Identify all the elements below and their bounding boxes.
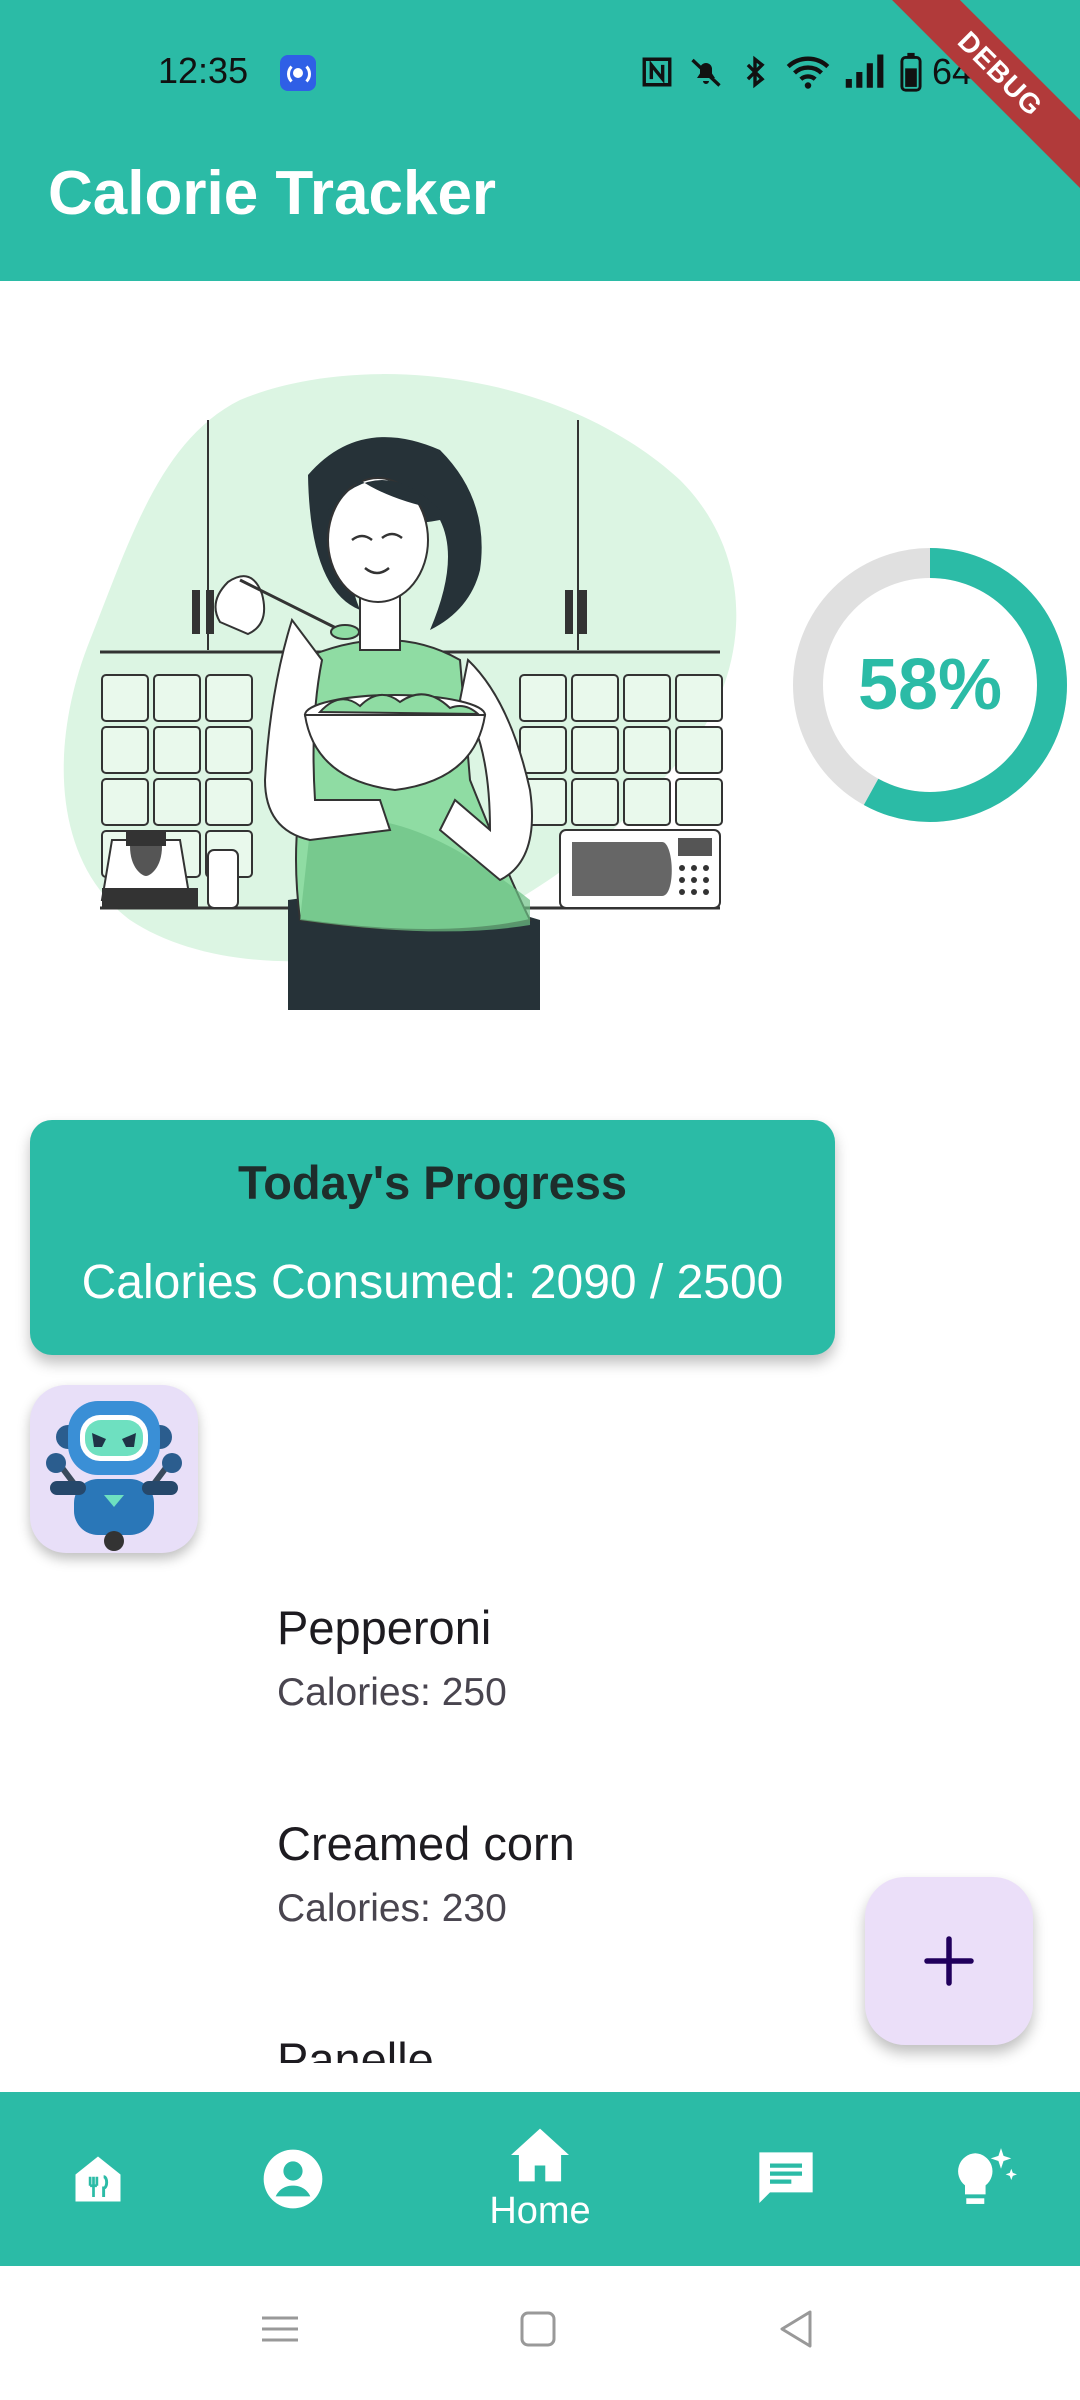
food-name: Panelle — [277, 2033, 434, 2063]
nfc-broadcast-app-icon — [280, 55, 316, 91]
woman-eating-salad-illustration — [63, 374, 737, 1010]
nav-label-home: Home — [489, 2189, 591, 2232]
system-navigation-bar — [0, 2266, 1080, 2400]
calories-consumed-text: Calories Consumed: 2090 / 2500 — [81, 1256, 784, 1309]
list-item[interactable]: Panelle — [277, 2032, 434, 2063]
food-calories: Calories: 230 — [277, 1887, 507, 1930]
nav-item-home[interactable]: Home — [440, 2092, 640, 2266]
page-title: Calorie Tracker — [48, 159, 497, 228]
home-square-icon[interactable] — [518, 2304, 558, 2354]
debug-banner: DEBUG — [876, 0, 1080, 198]
bottom-navigation: Home — [0, 2092, 1080, 2266]
restaurant-house-icon — [75, 2156, 121, 2202]
food-name: Creamed corn — [277, 1817, 575, 1870]
nfc-icon — [642, 57, 672, 87]
add-food-button[interactable] — [865, 1877, 1033, 2045]
bell-muted-icon — [691, 58, 721, 87]
battery-icon — [900, 52, 922, 92]
plus-icon — [924, 1936, 974, 1986]
list-item[interactable]: Pepperoni Calories: 250 — [277, 1600, 507, 1715]
bluetooth-icon — [746, 55, 765, 89]
calorie-percent-label: 58% — [857, 645, 1003, 725]
back-triangle-icon[interactable] — [776, 2304, 816, 2354]
signal-icon — [845, 54, 884, 88]
list-item[interactable]: Creamed corn Calories: 230 — [277, 1816, 575, 1931]
ai-assistant-button[interactable] — [30, 1385, 198, 1553]
home-icon — [511, 2128, 569, 2181]
account-circle-icon — [263, 2149, 323, 2209]
lightbulb-sparkle-icon — [958, 2148, 1017, 2204]
progress-card-title: Today's Progress — [237, 1156, 628, 1209]
food-name: Pepperoni — [277, 1601, 492, 1654]
todays-progress-card: Today's Progress Calories Consumed: 2090… — [30, 1120, 835, 1355]
recents-menu-icon[interactable] — [260, 2304, 300, 2354]
chat-icon — [759, 2152, 813, 2203]
nav-item-tips[interactable] — [935, 2092, 1031, 2266]
status-time: 12:35 — [158, 50, 249, 91]
nav-item-profile[interactable] — [245, 2092, 341, 2266]
app-bar: 12:35 64% DEBUG Calorie Tracker — [0, 0, 1080, 281]
robot-icon — [46, 1401, 182, 1551]
wifi-icon — [786, 56, 830, 89]
nav-item-restaurant[interactable] — [50, 2092, 146, 2266]
food-calories: Calories: 250 — [277, 1671, 507, 1714]
nav-item-chat[interactable] — [738, 2092, 834, 2266]
